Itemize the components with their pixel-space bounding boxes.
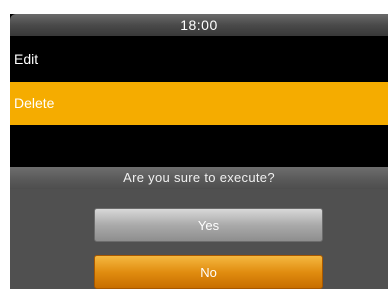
- dialog-message: Are you sure to execute?: [123, 170, 275, 185]
- menu-item-empty: [10, 125, 388, 167]
- confirm-dialog: Are you sure to execute? Yes No: [10, 167, 388, 289]
- menu-item-delete[interactable]: Delete: [10, 82, 388, 125]
- clock-time: 18:00: [180, 17, 218, 33]
- device-screen: 18:00 Edit Delete Are you sure to execut…: [10, 14, 388, 289]
- no-button[interactable]: No: [94, 255, 323, 289]
- status-bar: 18:00: [10, 14, 388, 36]
- dialog-title-bar: Are you sure to execute?: [10, 167, 388, 189]
- yes-button[interactable]: Yes: [94, 208, 323, 242]
- menu-item-edit[interactable]: Edit: [10, 36, 388, 82]
